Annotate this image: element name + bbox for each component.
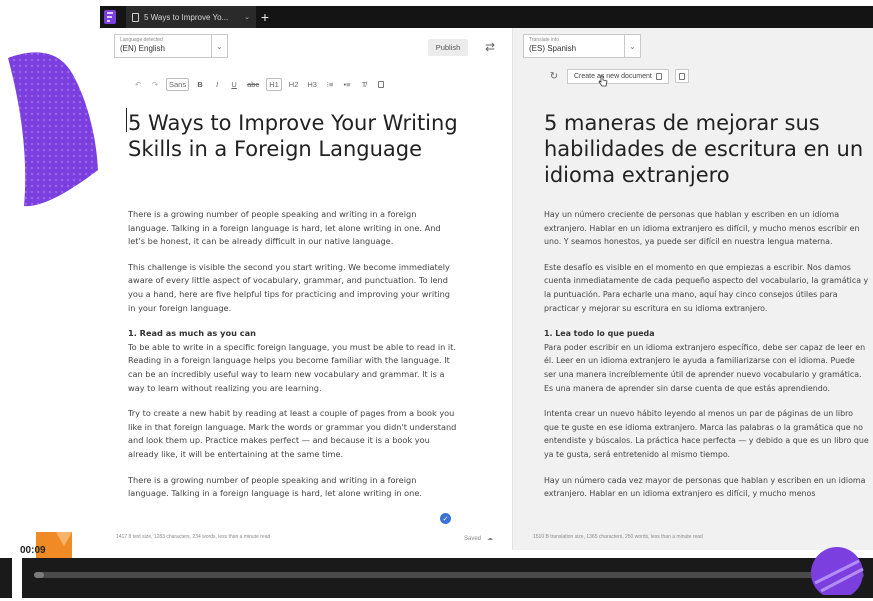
heading-1-button[interactable]: H1 [266,77,282,91]
translation-body[interactable]: Hay un número creciente de personas que … [544,208,869,538]
section-heading: 1. Read as much as you can [128,328,256,339]
font-select[interactable]: Sans [166,77,190,91]
saved-label: Saved [464,535,482,542]
cloud-icon: ☁ [487,536,494,542]
paragraph: Para poder escribir en un idioma extranj… [544,342,866,393]
text-cursor [126,108,127,132]
translation-toolbar: ↻ Create as new document [547,68,689,84]
video-progress-track[interactable] [34,572,864,578]
app-logo-icon[interactable] [100,6,120,28]
hand-cursor-icon [598,75,608,87]
translation-status: 1510 B translation size, 1365 characters… [533,534,703,540]
italic-button[interactable]: I [211,78,223,91]
create-new-document-label: Create as new document [574,72,652,80]
source-pane: Language detected (EN) English ⌄ Publish… [100,28,512,550]
clear-format-icon[interactable]: T̸ [358,78,370,91]
source-title[interactable]: 5 Ways to Improve Your Writing Skills in… [128,110,458,162]
video-time: 00:09 [20,545,46,556]
document-icon [655,72,662,80]
copy-translation-button[interactable] [674,69,689,83]
paragraph: There is a growing number of people spea… [128,474,422,499]
source-body[interactable]: There is a growing number of people spea… [128,208,458,513]
bold-button[interactable]: B [194,78,206,91]
decorative-purple-shape [8,52,98,207]
source-language-select[interactable]: Language detected (EN) English ⌄ [114,34,228,58]
section-heading: 1. Lea todo lo que pueda [544,329,655,339]
copy-icon [678,72,685,80]
numbered-list-icon[interactable]: ⁝≡ [324,78,336,91]
target-language-select[interactable]: Translate into (ES) Spanish ⌄ [523,34,641,58]
paragraph: To be able to write in a specific foreig… [128,341,456,393]
target-language-value: (ES) Spanish [529,44,577,53]
paragraph: Este desafío es visible en el momento en… [544,262,869,313]
source-status: 1417 8 text size, 1283 characters, 234 w… [116,534,271,540]
document-icon [132,12,139,22]
saved-status: Saved ☁ [464,535,494,543]
paragraph: Hay un número creciente de personas que … [544,210,860,247]
heading-2-button[interactable]: H2 [287,78,301,91]
chevron-down-icon: ⌄ [624,35,640,57]
paragraph: Intenta crear un nuevo hábito leyendo al… [544,409,869,459]
document-tab-title: 5 Ways to Improve Yo... [144,12,229,22]
heading-3-button[interactable]: H3 [305,78,319,91]
chevron-down-icon: ⌄ [211,35,227,57]
paragraph: This challenge is visible the second you… [128,261,450,313]
document-tab[interactable]: 5 Ways to Improve Yo... ⌄ [126,6,256,28]
create-new-document-button[interactable]: Create as new document [567,68,669,84]
bulleted-list-icon[interactable]: •≡ [341,78,353,91]
refresh-icon[interactable]: ↻ [547,71,561,82]
undo-icon[interactable]: ↶ [132,78,144,91]
formatting-toolbar: ↶ ↷ Sans B I U abc H1 H2 H3 ⁝≡ •≡ T̸ [132,76,387,92]
video-control-bar [22,558,873,598]
publish-button[interactable]: Publish [428,39,468,56]
decorative-purple-circle [811,547,864,595]
translation-pane: Translate into (ES) Spanish ⌄ ↻ Create a… [512,28,873,550]
underline-button[interactable]: U [228,78,240,91]
translation-title[interactable]: 5 maneras de mejorar sus habilidades de … [544,110,864,188]
paragraph: There is a growing number of people spea… [128,209,441,247]
paragraph: Try to create a new habit by reading at … [128,408,457,459]
copy-icon[interactable] [375,78,387,91]
app-top-bar: 5 Ways to Improve Yo... ⌄ + [100,6,873,28]
chevron-down-icon[interactable]: ⌄ [244,13,250,21]
source-language-value: (EN) English [120,44,165,53]
swap-languages-icon[interactable]: ⇄ [480,37,500,57]
video-progress-fill[interactable] [34,572,44,578]
strikethrough-button[interactable]: abc [245,78,261,91]
new-tab-button[interactable]: + [256,6,274,28]
control-bar-edge [0,558,12,598]
screen: 5 Ways to Improve Yo... ⌄ + Language det… [0,0,873,601]
redo-icon[interactable]: ↷ [149,78,161,91]
paragraph: Hay un número cada vez mayor de personas… [544,475,866,499]
checkmark-icon[interactable]: ✓ [440,513,451,524]
